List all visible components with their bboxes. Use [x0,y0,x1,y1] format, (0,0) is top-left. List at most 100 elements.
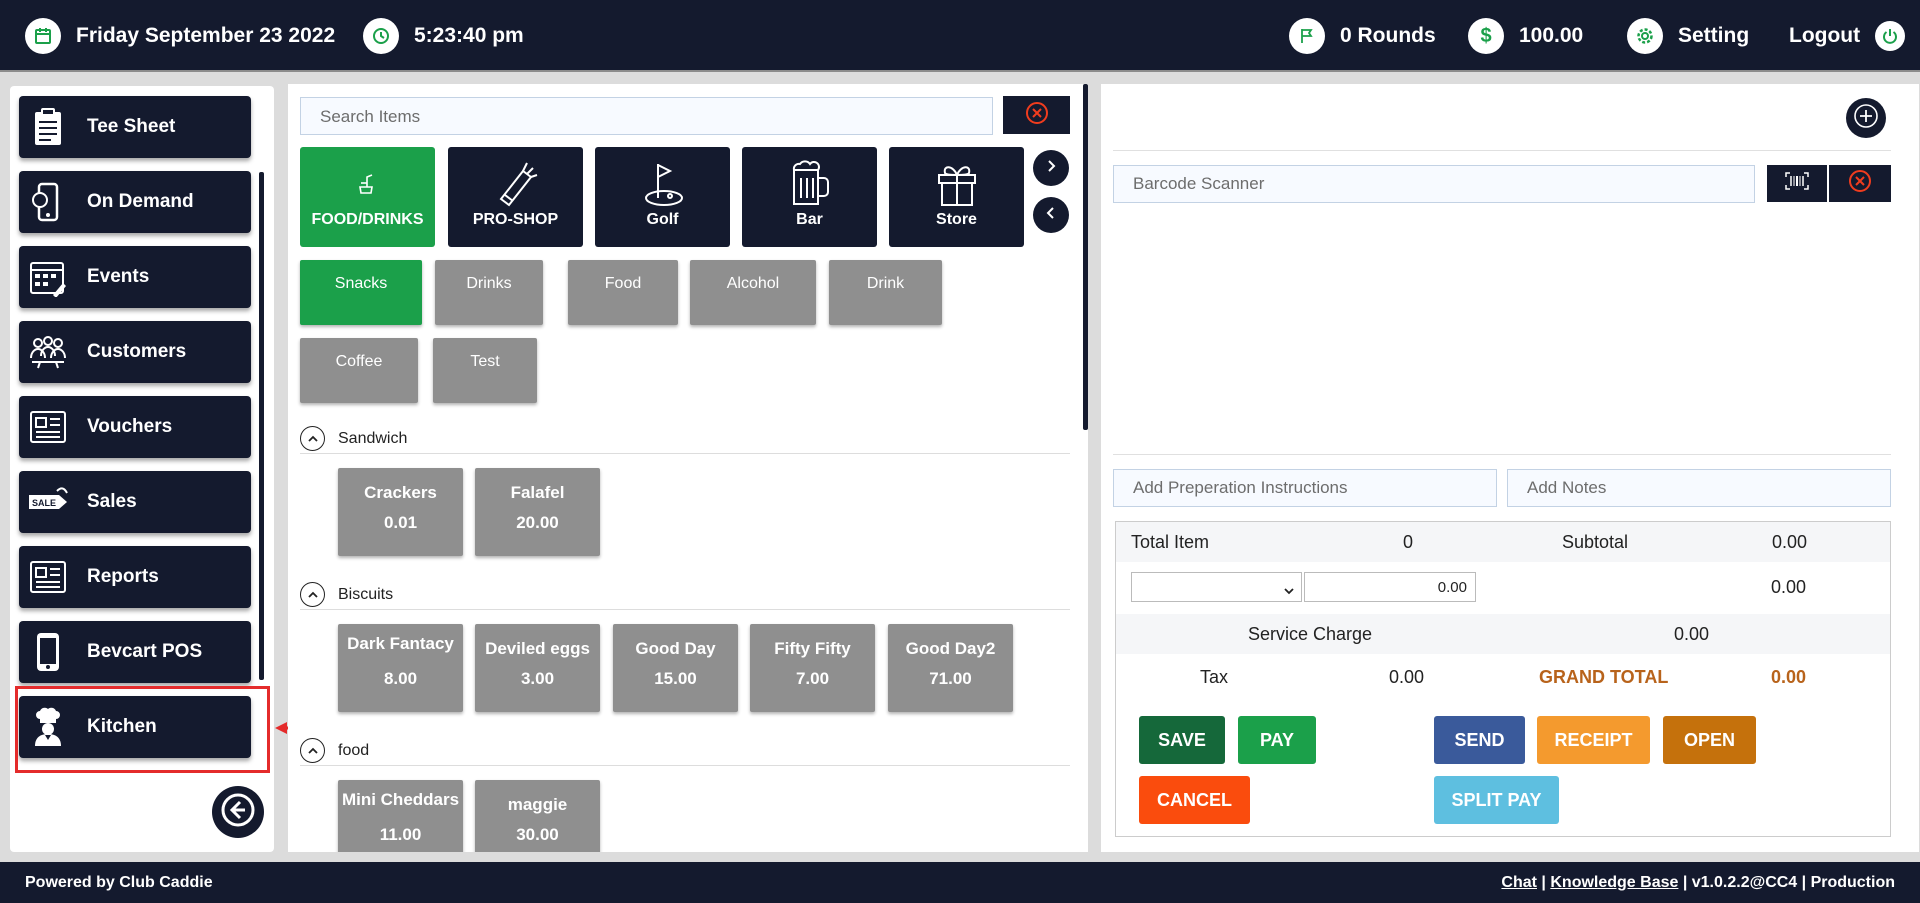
menu-item-falafel[interactable]: Falafel 20.00 [475,468,600,556]
close-circle-icon [1025,101,1049,130]
phone-icon [23,182,73,222]
section-header-sandwich[interactable]: Sandwich [300,424,1070,454]
category-next-button[interactable] [1033,150,1069,186]
calendar-icon [25,18,61,54]
divider [1113,454,1891,455]
menu-item-mini-cheddars[interactable]: Mini Cheddars 11.00 [338,780,463,852]
preparation-instructions-input[interactable]: Add Preperation Instructions [1113,469,1497,507]
split-pay-button[interactable]: SPLIT PAY [1434,776,1559,824]
food-drinks-icon [300,147,435,211]
search-clear-button[interactable] [1003,96,1070,134]
sidebar-item-on-demand[interactable]: On Demand [19,171,251,233]
sidebar-item-label: Bevcart POS [87,641,203,662]
subcategory-coffee[interactable]: Coffee [300,338,418,403]
discount-amount-input[interactable]: 0.00 [1304,572,1476,602]
menu-item-fifty-fifty[interactable]: Fifty Fifty 7.00 [750,624,875,712]
logout-button[interactable]: Logout [1789,0,1906,72]
item-price: 7.00 [795,669,830,688]
grand-total-label: GRAND TOTAL [1539,667,1669,687]
subcategory-test[interactable]: Test [433,338,537,403]
newspaper-icon [23,410,73,444]
item-price: 15.00 [654,669,697,688]
category-pro-shop[interactable]: PRO-SHOP [448,147,583,247]
clipboard-icon [23,107,73,147]
items-scrollbar[interactable] [1083,84,1088,430]
pay-button[interactable]: PAY [1238,716,1316,764]
section-header-food[interactable]: food [300,736,1070,766]
discount-type-select[interactable] [1131,572,1302,602]
menu-item-good-day2[interactable]: Good Day2 71.00 [888,624,1013,712]
category-food-drinks[interactable]: FOOD/DRINKS [300,147,435,247]
subcategory-alcohol[interactable]: Alcohol [690,260,816,325]
category-golf[interactable]: Golf [595,147,730,247]
search-input[interactable]: Search Items [300,97,993,135]
sidebar-item-vouchers[interactable]: Vouchers [19,396,251,458]
people-icon [23,334,73,370]
sidebar-item-reports[interactable]: Reports [19,546,251,608]
tax-row: Tax 0.00 GRAND TOTAL 0.00 [1116,657,1890,697]
item-name: Crackers [364,483,437,502]
item-price: 8.00 [383,669,418,688]
subcategory-drink[interactable]: Drink [829,260,942,325]
send-button[interactable]: SEND [1434,716,1525,764]
barcode-clear-button[interactable] [1829,165,1891,202]
receipt-button[interactable]: RECEIPT [1537,716,1650,764]
item-name: maggie [507,795,568,814]
chevron-up-icon [300,582,325,607]
arrow-left-circle-icon [220,792,256,833]
cancel-button[interactable]: CANCEL [1139,776,1250,824]
add-button[interactable] [1846,98,1886,138]
sidebar-scrollbar[interactable] [259,172,264,680]
sidebar-item-events[interactable]: Events [19,246,251,308]
kitchen-highlight-box [15,686,270,773]
category-label: Bar [796,211,823,228]
category-label: Store [936,211,977,228]
subcategory-snacks[interactable]: Snacks [300,260,422,325]
sidebar-item-bevcart-pos[interactable]: Bevcart POS [19,621,251,683]
sidebar-item-sales[interactable]: SALE Sales [19,471,251,533]
chevron-down-icon [1283,581,1295,602]
category-store[interactable]: Store [889,147,1024,247]
notes-input[interactable]: Add Notes [1507,469,1891,507]
category-label: FOOD/DRINKS [311,211,424,228]
date-text: Friday September 23 2022 [76,24,336,47]
setting-button[interactable]: Setting [1627,0,1749,72]
sidebar-item-customers[interactable]: Customers [19,321,251,383]
sidebar-item-label: On Demand [87,191,194,212]
menu-item-crackers[interactable]: Crackers 0.01 [338,468,463,556]
time-text: 5:23:40 pm [414,24,524,47]
menu-item-dark-fantacy[interactable]: Dark Fantacy 8.00 [338,624,463,712]
rounds-display[interactable]: 0 Rounds [1289,0,1436,72]
menu-item-good-day[interactable]: Good Day 15.00 [613,624,738,712]
golf-bag-icon [448,147,583,211]
category-prev-button[interactable] [1033,197,1069,233]
chevron-left-icon [1043,205,1059,226]
menu-item-deviled-eggs[interactable]: Deviled eggs 3.00 [475,624,600,712]
back-button[interactable] [212,786,264,838]
barcode-scan-button[interactable] [1767,165,1827,202]
divider [1113,150,1891,151]
items-panel: Search Items FOOD/DRINKS PRO-SHOP Golf B… [288,84,1088,852]
save-button[interactable]: SAVE [1139,716,1225,764]
section-header-biscuits[interactable]: Biscuits [300,580,1070,610]
tax-label: Tax [1200,667,1229,687]
sidebar-item-label: Sales [87,491,137,512]
sidebar-item-tee-sheet[interactable]: Tee Sheet [19,96,251,158]
knowledge-base-link[interactable]: Knowledge Base [1550,874,1678,891]
chevron-up-icon [300,738,325,763]
open-button[interactable]: OPEN [1663,716,1756,764]
item-name: Good Day [635,639,716,658]
total-item-label: Total Item [1131,532,1210,552]
calendar-icon [23,257,73,297]
chat-link[interactable]: Chat [1501,874,1537,891]
discount-row: 0.00 0.00 [1116,567,1890,607]
sale-tag-icon: SALE [23,485,73,519]
barcode-scanner-input[interactable]: Barcode Scanner [1113,165,1755,203]
subcategory-drinks[interactable]: Drinks [435,260,543,325]
footer-separator: | [1536,873,1551,891]
section-title: Sandwich [338,429,408,447]
subcategory-food[interactable]: Food [568,260,678,325]
category-bar[interactable]: Bar [742,147,877,247]
balance-display[interactable]: $ 100.00 [1468,0,1583,72]
menu-item-maggie[interactable]: maggie 30.00 [475,780,600,852]
